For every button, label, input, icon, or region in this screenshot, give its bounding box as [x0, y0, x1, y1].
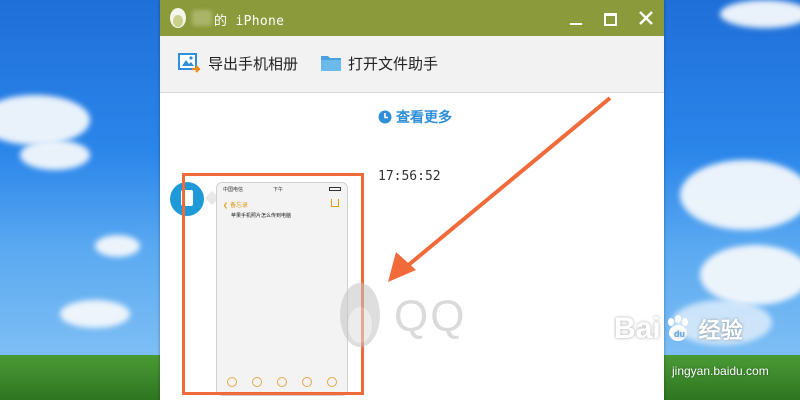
qq-watermark-text: QQ: [394, 292, 467, 341]
baidu-url: jingyan.baidu.com: [672, 364, 769, 378]
phone-back-label: 备忘录: [229, 202, 248, 209]
export-photo-icon: [178, 53, 201, 73]
export-album-label: 导出手机相册: [208, 54, 299, 73]
phone-avatar-icon: [181, 190, 193, 206]
maximize-button[interactable]: [598, 6, 622, 30]
close-icon: [639, 11, 653, 25]
cloud: [720, 0, 800, 28]
qq-penguin-watermark-icon: [340, 283, 380, 347]
qq-watermark: QQ: [338, 281, 466, 353]
phone-time: 下午: [273, 187, 284, 193]
open-file-helper-label: 打开文件助手: [348, 54, 439, 73]
message-timestamp: 17:56:52: [378, 169, 441, 184]
toolbar: 导出手机相册 打开文件助手: [160, 36, 664, 93]
title-bar[interactable]: 的 iPhone: [160, 0, 664, 36]
view-more-link[interactable]: 查看更多: [378, 107, 452, 127]
title-prefix: 的: [214, 14, 228, 29]
battery-icon: [329, 187, 341, 191]
qq-device-window: 的 iPhone 导出手机相册 打开文件助手 查看更多 17:56:52 中国电…: [160, 0, 664, 400]
minimize-icon: [570, 23, 582, 25]
view-more-label: 查看更多: [396, 110, 452, 126]
qq-penguin-icon: [170, 8, 186, 28]
blurred-username: [192, 10, 212, 26]
phone-bottom-toolbar: [227, 377, 337, 387]
cloud: [680, 160, 800, 230]
chevron-left-icon: ❮: [223, 202, 229, 209]
cloud: [60, 300, 130, 328]
phone-toolbar-icon: [327, 377, 337, 387]
cloud: [20, 140, 90, 170]
phone-toolbar-icon: [252, 377, 262, 387]
phone-carrier: 中国电信: [223, 187, 244, 193]
phone-note-text: 苹果手机照片怎么传到电脑: [231, 213, 292, 219]
baidu-jingyan-logo: Bai du 经验: [614, 312, 743, 346]
chat-area: 查看更多 17:56:52 中国电信 下午 ❮ 备忘录 苹果手机照片怎么传到电脑: [160, 93, 664, 400]
jingyan-text: 经验: [698, 318, 743, 343]
minimize-button[interactable]: [564, 6, 588, 30]
cloud: [700, 245, 800, 305]
close-button[interactable]: [634, 6, 658, 30]
svg-text:du: du: [674, 329, 685, 339]
phone-toolbar-icon: [277, 377, 287, 387]
title-device: iPhone: [235, 14, 285, 29]
maximize-icon: [604, 13, 617, 26]
share-icon: [331, 199, 339, 207]
phone-back-button: ❮ 备忘录: [223, 200, 248, 209]
baidu-paw-icon: du: [667, 315, 688, 341]
screenshot-image-message[interactable]: 中国电信 下午 ❮ 备忘录 苹果手机照片怎么传到电脑: [216, 182, 348, 396]
baidu-logo-text: Bai: [614, 312, 661, 345]
phone-avatar[interactable]: [170, 182, 204, 216]
phone-toolbar-icon: [227, 377, 237, 387]
phone-toolbar-icon: [302, 377, 312, 387]
cloud: [0, 95, 90, 145]
phone-status-bar: 中国电信 下午: [217, 186, 347, 194]
cloud: [95, 235, 140, 257]
clock-icon: [378, 110, 392, 124]
folder-icon: [321, 56, 341, 71]
open-file-helper-button[interactable]: 打开文件助手: [320, 50, 438, 76]
export-album-button[interactable]: 导出手机相册: [178, 50, 298, 76]
window-title: 的 iPhone: [214, 10, 284, 29]
